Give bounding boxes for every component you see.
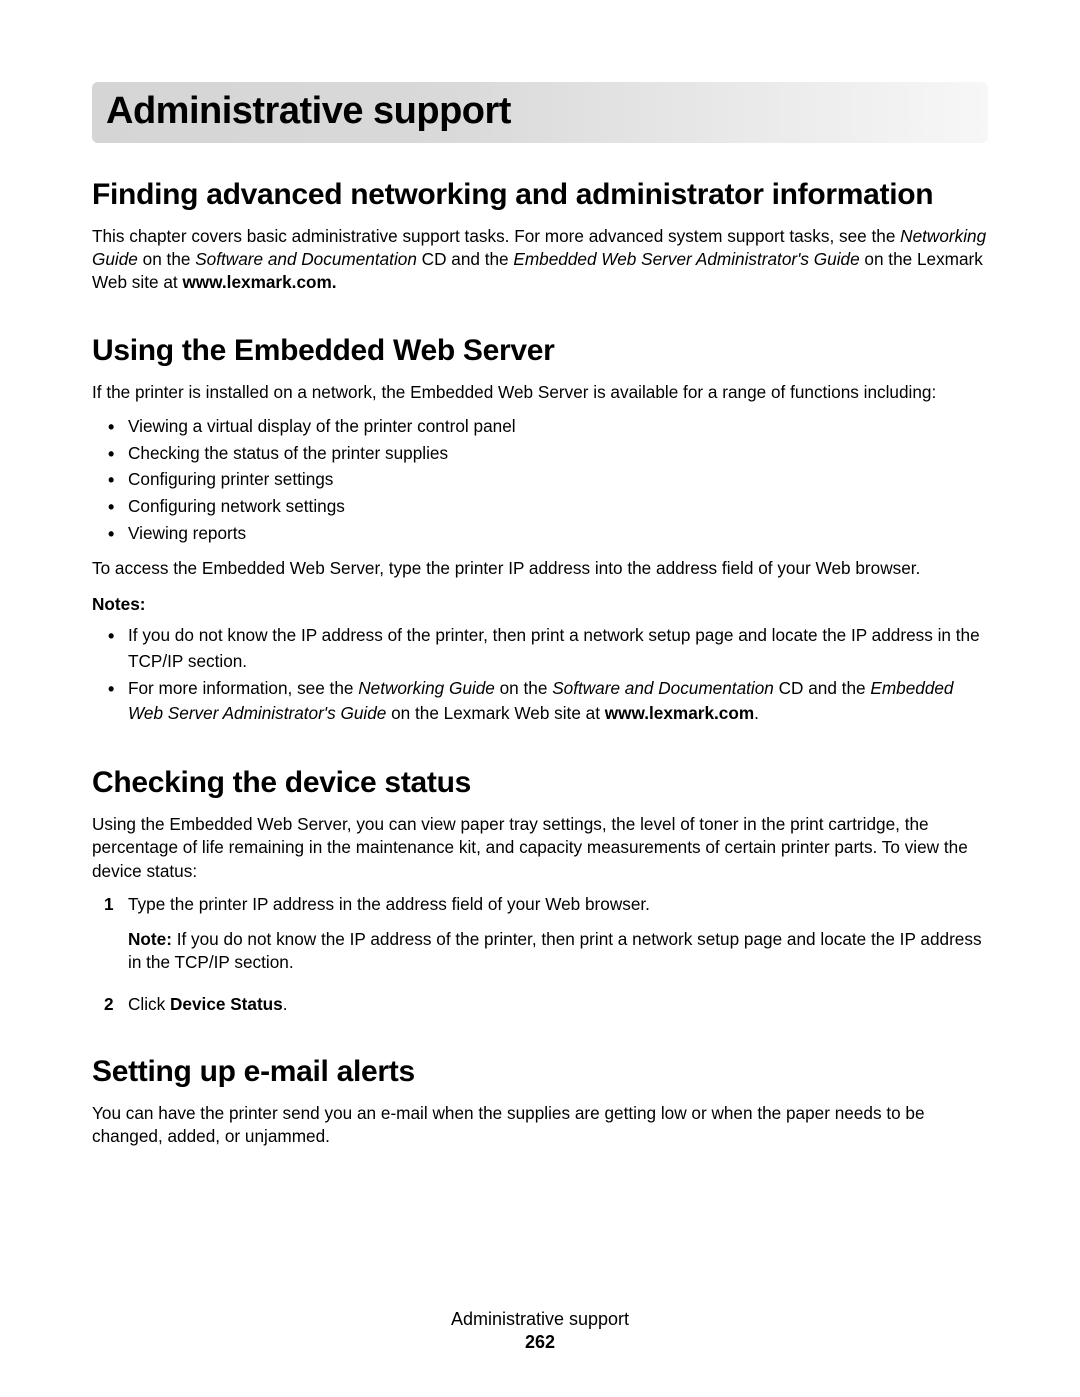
- steps-list: Type the printer IP address in the addre…: [92, 893, 988, 1016]
- text-italic: Embedded Web Server Administrator's Guid…: [513, 249, 859, 269]
- list-item: Configuring network settings: [128, 494, 988, 520]
- page-footer: Administrative support 262: [0, 1309, 1080, 1353]
- step-text: Type the printer IP address in the addre…: [128, 894, 650, 914]
- text-fragment: CD and the: [774, 678, 871, 698]
- list-item: Viewing a virtual display of the printer…: [128, 414, 988, 440]
- step-item: Click Device Status.: [128, 993, 988, 1016]
- step-note: Note: If you do not know the IP address …: [128, 928, 988, 974]
- notes-label: Notes:: [92, 594, 988, 615]
- section-heading-device-status: Checking the device status: [92, 765, 988, 801]
- text-fragment: CD and the: [417, 249, 514, 269]
- list-item: Viewing reports: [128, 521, 988, 547]
- list-item: For more information, see the Networking…: [128, 676, 988, 728]
- list-item: If you do not know the IP address of the…: [128, 623, 988, 675]
- text-italic: Software and Documentation: [195, 249, 417, 269]
- feature-list: Viewing a virtual display of the printer…: [92, 414, 988, 547]
- note-text: If you do not know the IP address of the…: [128, 929, 982, 972]
- section4-intro: You can have the printer send you an e-m…: [92, 1102, 988, 1148]
- list-item: Checking the status of the printer suppl…: [128, 441, 988, 467]
- section2-intro: If the printer is installed on a network…: [92, 381, 988, 404]
- footer-title: Administrative support: [0, 1309, 1080, 1330]
- text-bold: Device Status: [170, 994, 283, 1014]
- page-number: 262: [0, 1332, 1080, 1353]
- text-fragment: on the Lexmark Web site at: [386, 703, 604, 723]
- section2-access: To access the Embedded Web Server, type …: [92, 557, 988, 580]
- document-page: Administrative support Finding advanced …: [0, 0, 1080, 1148]
- note-label: Note:: [128, 929, 177, 949]
- notes-list: If you do not know the IP address of the…: [92, 623, 988, 727]
- text-fragment: For more information, see the: [128, 678, 358, 698]
- chapter-title-bar: Administrative support: [92, 82, 988, 143]
- step-item: Type the printer IP address in the addre…: [128, 893, 988, 975]
- section-heading-email-alerts: Setting up e-mail alerts: [92, 1054, 988, 1090]
- list-item: Configuring printer settings: [128, 467, 988, 493]
- text-italic: Networking Guide: [358, 678, 495, 698]
- text-fragment: .: [754, 703, 759, 723]
- text-fragment: This chapter covers basic administrative…: [92, 226, 900, 246]
- text-bold-url: www.lexmark.com.: [182, 272, 336, 292]
- section1-paragraph: This chapter covers basic administrative…: [92, 225, 988, 295]
- section3-intro: Using the Embedded Web Server, you can v…: [92, 813, 988, 883]
- text-fragment: .: [283, 994, 288, 1014]
- section-heading-finding-info: Finding advanced networking and administ…: [92, 177, 988, 213]
- text-fragment: Click: [128, 994, 170, 1014]
- text-bold-url: www.lexmark.com: [605, 703, 754, 723]
- text-fragment: on the: [138, 249, 195, 269]
- text-italic: Software and Documentation: [552, 678, 774, 698]
- chapter-title: Administrative support: [106, 90, 974, 133]
- section-heading-embedded-web-server: Using the Embedded Web Server: [92, 333, 988, 369]
- text-fragment: on the: [495, 678, 552, 698]
